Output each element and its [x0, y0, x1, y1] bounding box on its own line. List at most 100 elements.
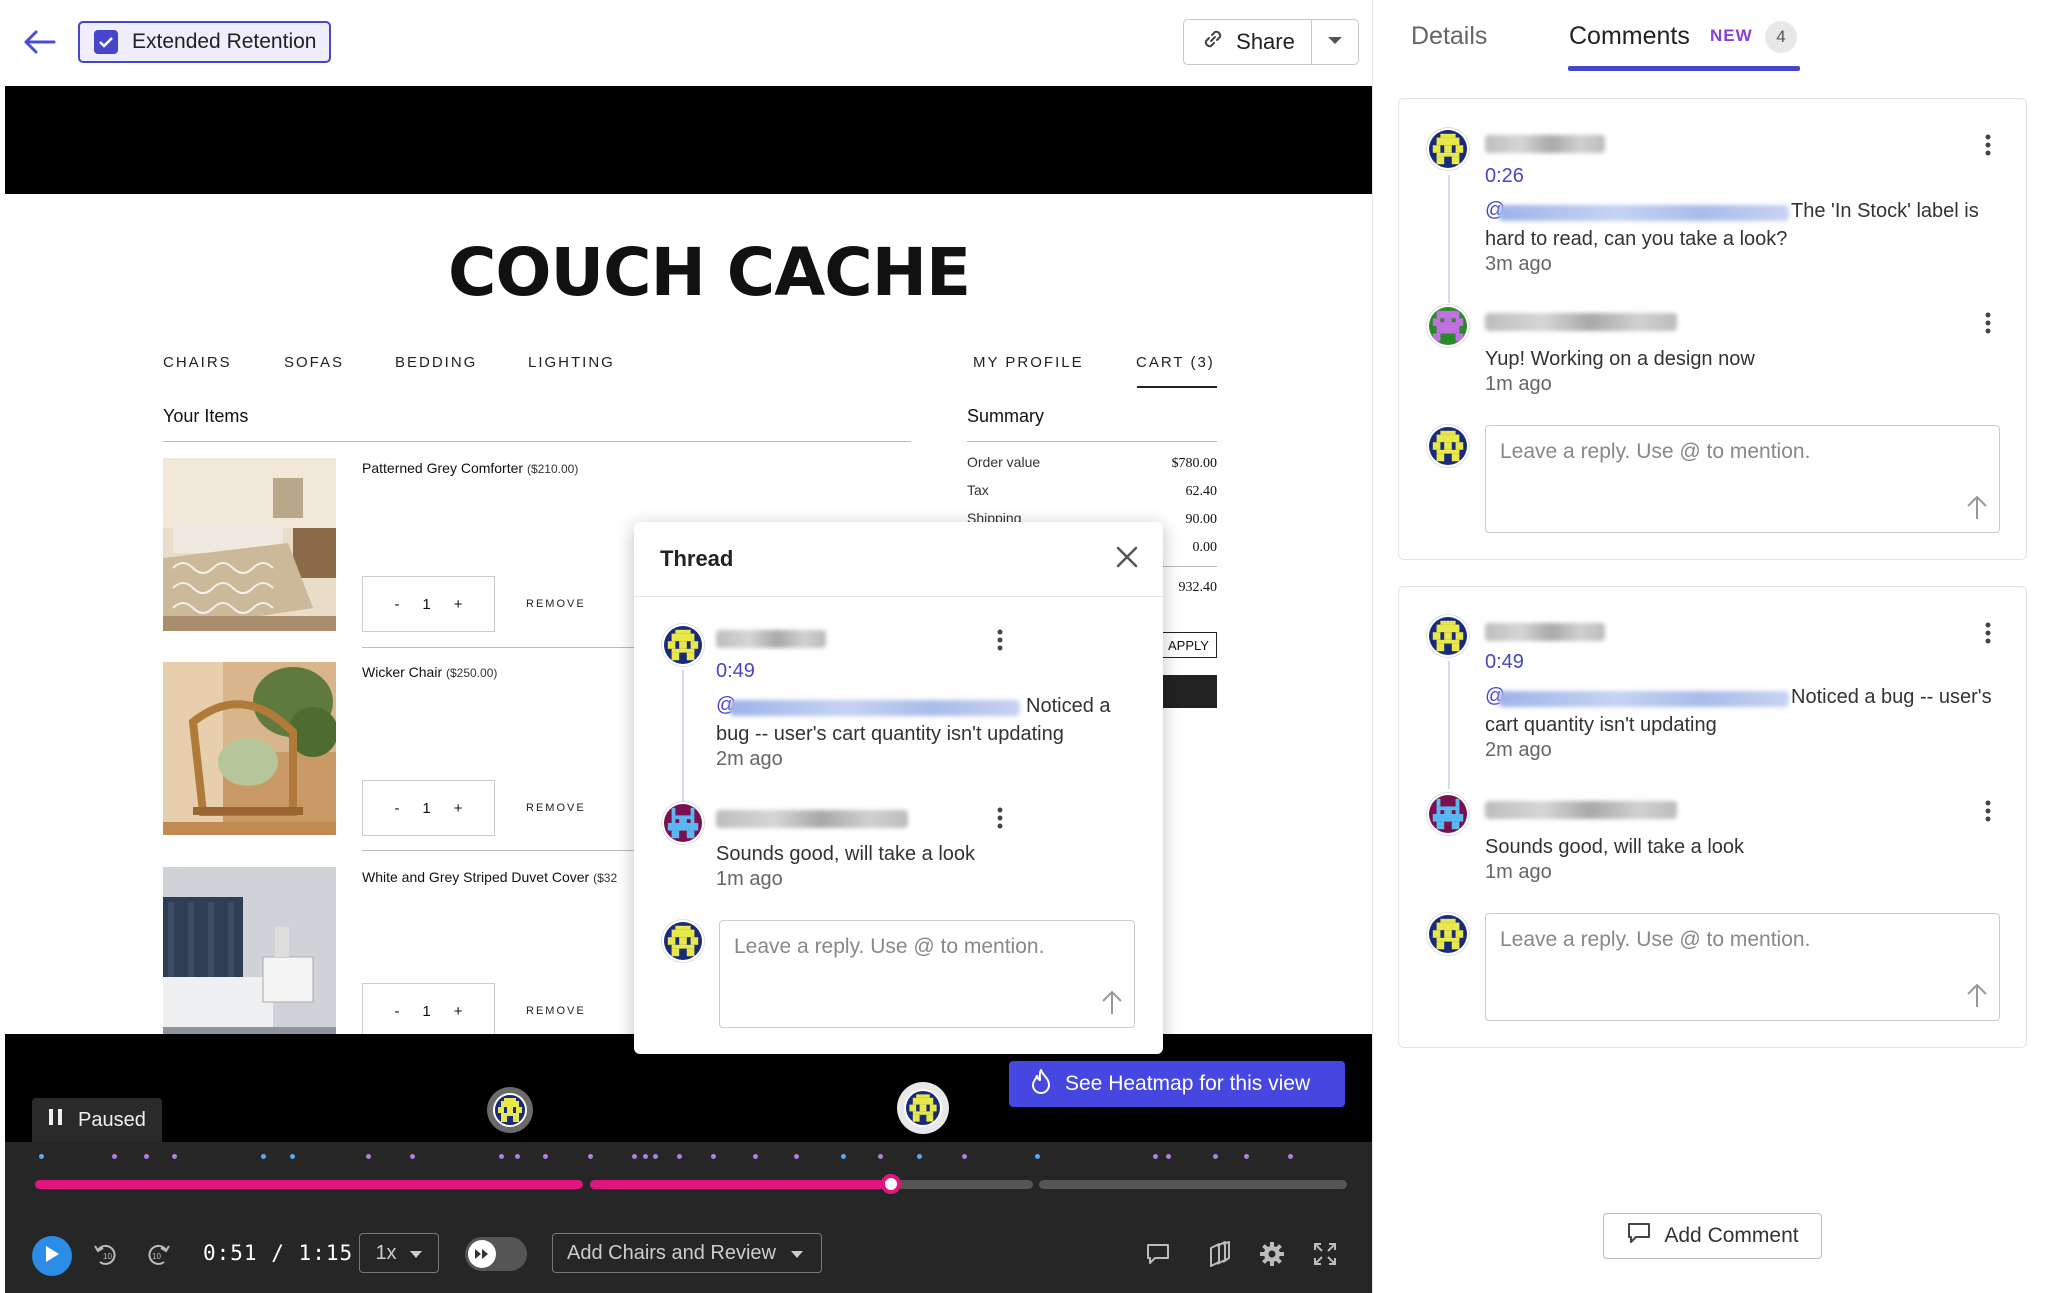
comment-timestamp[interactable]: 0:49 — [716, 660, 755, 683]
nav-cart: CART (3) — [1136, 354, 1215, 371]
event-marker — [289, 1154, 295, 1159]
qty-plus-button[interactable]: + — [454, 800, 463, 817]
thread-line — [682, 670, 684, 815]
comment-text: Sounds good, will take a look — [716, 843, 976, 865]
kebab-icon[interactable] — [1984, 311, 1992, 335]
author-name — [716, 810, 908, 828]
extended-retention-toggle[interactable]: Extended Retention — [78, 21, 331, 63]
items-divider — [163, 441, 911, 442]
tab-comments[interactable]: Comments — [1569, 22, 1690, 51]
comment-text: hard to read, can you take a look? — [1485, 228, 1788, 250]
quantity-stepper[interactable]: - 1 + — [362, 576, 495, 632]
event-marker — [1212, 1154, 1218, 1159]
see-heatmap-button[interactable]: See Heatmap for this view — [1009, 1061, 1345, 1107]
author-name — [1485, 313, 1677, 331]
paused-label: Paused — [78, 1108, 146, 1131]
avatar — [1427, 305, 1469, 347]
send-arrow-icon[interactable] — [1965, 493, 1989, 521]
kebab-icon[interactable] — [996, 806, 1004, 830]
comment-timestamp[interactable]: 0:49 — [1485, 651, 1524, 674]
add-comment-button[interactable]: Add Comment — [1603, 1213, 1822, 1259]
comment-icon[interactable] — [1144, 1240, 1172, 1268]
heatmap-label: See Heatmap for this view — [1065, 1072, 1311, 1095]
thread-title: Thread — [660, 546, 734, 571]
avatar — [1427, 615, 1469, 657]
comment-pin[interactable] — [487, 1087, 533, 1133]
reply-input[interactable]: Leave a reply. Use @ to mention. — [1485, 913, 2000, 1021]
summary-label: Order value — [967, 454, 1041, 470]
qty-value: 1 — [422, 595, 431, 613]
layers-icon[interactable] — [1205, 1240, 1233, 1268]
kebab-icon[interactable] — [1984, 621, 1992, 645]
comment-count-badge: 4 — [1765, 21, 1797, 53]
summary-value: 62.40 — [1185, 484, 1218, 499]
qty-value: 1 — [422, 1002, 431, 1020]
svg-text:10: 10 — [152, 1252, 161, 1261]
comment-icon — [1626, 1221, 1652, 1251]
mentioned-user — [1499, 691, 1789, 707]
event-marker — [878, 1154, 884, 1159]
avatar — [662, 920, 704, 962]
thread-popup: Thread 0:49 @ Noticed a bug -- user's ca… — [634, 522, 1163, 1054]
event-marker — [143, 1154, 149, 1159]
kebab-icon[interactable] — [996, 628, 1004, 652]
page-select[interactable]: Add Chairs and Review — [552, 1233, 822, 1273]
qty-minus-button[interactable]: - — [394, 596, 399, 613]
close-icon[interactable] — [1112, 542, 1142, 572]
forward-10-icon[interactable]: 10 — [144, 1240, 172, 1268]
kebab-icon[interactable] — [1984, 133, 1992, 157]
event-markers — [5, 1142, 1372, 1162]
share-button[interactable]: Share — [1183, 19, 1311, 65]
paused-indicator: Paused — [32, 1098, 162, 1142]
remove-button: REMOVE — [526, 598, 586, 610]
comment-card: 0:49 @ Noticed a bug -- user's cart quan… — [1398, 586, 2027, 1048]
quantity-stepper[interactable]: - 1 + — [362, 780, 495, 836]
avatar — [493, 1093, 527, 1127]
avatar — [1427, 128, 1469, 170]
event-marker — [587, 1154, 593, 1159]
send-arrow-icon[interactable] — [1965, 981, 1989, 1009]
reply-input[interactable]: Leave a reply. Use @ to mention. — [1485, 425, 2000, 533]
remove-button: REMOVE — [526, 1005, 586, 1017]
qty-plus-button[interactable]: + — [454, 1003, 463, 1020]
time-separator: / — [271, 1241, 285, 1265]
tab-details[interactable]: Details — [1411, 22, 1487, 51]
checkbox-checked-icon[interactable] — [94, 30, 118, 54]
fullscreen-icon[interactable] — [1311, 1240, 1339, 1268]
comment-text: cart quantity isn't updating — [1485, 714, 1717, 736]
send-arrow-icon[interactable] — [1100, 988, 1124, 1016]
timeline-segment[interactable] — [1039, 1180, 1347, 1189]
comment-timestamp[interactable]: 0:26 — [1485, 165, 1524, 188]
product-price: ($32 — [593, 871, 618, 885]
chevron-down-icon — [409, 1242, 423, 1265]
qty-minus-button[interactable]: - — [394, 800, 399, 817]
event-marker — [642, 1154, 648, 1159]
play-button[interactable] — [32, 1236, 72, 1276]
kebab-icon[interactable] — [1984, 799, 1992, 823]
timeline-scrubber[interactable] — [881, 1174, 902, 1194]
author-name — [1485, 135, 1605, 153]
back-arrow-icon[interactable] — [22, 28, 58, 56]
active-tab-underline — [1568, 66, 1800, 71]
event-marker — [752, 1154, 758, 1159]
product-image-wicker-chair — [163, 662, 336, 835]
share-label: Share — [1236, 29, 1295, 54]
qty-plus-button[interactable]: + — [454, 596, 463, 613]
skip-inactivity-toggle[interactable] — [465, 1237, 527, 1271]
comment-pin-active[interactable] — [897, 1082, 949, 1134]
your-items-heading: Your Items — [163, 406, 249, 426]
event-marker — [710, 1154, 716, 1159]
new-badge: NEW — [1710, 26, 1753, 45]
reply-input[interactable]: Leave a reply. Use @ to mention. — [719, 920, 1135, 1028]
timeline-segment[interactable] — [35, 1180, 583, 1189]
playback-speed-select[interactable]: 1x — [359, 1233, 439, 1273]
cart-underline — [1137, 386, 1217, 388]
reply-placeholder: Leave a reply. Use @ to mention. — [734, 935, 1045, 958]
event-marker — [917, 1154, 923, 1159]
gear-icon[interactable] — [1258, 1240, 1286, 1268]
rewind-10-icon[interactable]: 10 — [92, 1240, 120, 1268]
qty-minus-button[interactable]: - — [394, 1003, 399, 1020]
share-dropdown-button[interactable] — [1311, 19, 1359, 65]
quantity-stepper[interactable]: - 1 + — [362, 983, 495, 1034]
event-marker — [365, 1154, 371, 1159]
